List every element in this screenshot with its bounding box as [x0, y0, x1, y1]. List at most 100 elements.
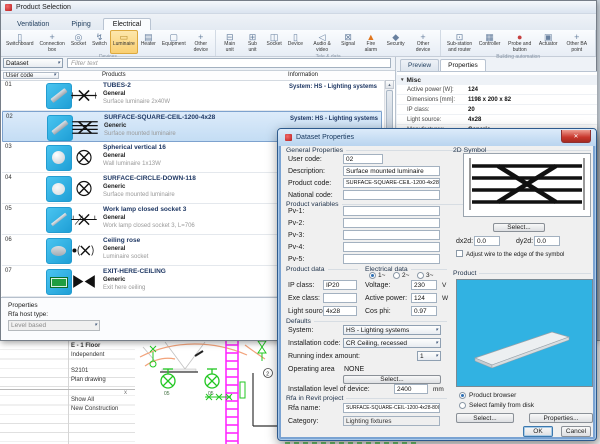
cos-phi-field[interactable]: 0.97 — [411, 306, 437, 316]
user-code-cell: 06 — [5, 237, 12, 243]
user-code-cell: 05 — [5, 206, 12, 212]
information-header[interactable]: Information — [288, 72, 318, 78]
cancel-button[interactable]: Cancel — [561, 426, 591, 437]
products-header[interactable]: Products — [102, 72, 126, 78]
tab-ventilation[interactable]: Ventilation — [7, 18, 59, 30]
filter-input[interactable] — [67, 58, 391, 68]
palette-row[interactable]: E - 1 Floor — [71, 343, 100, 350]
symbol-select-button[interactable]: Select... — [493, 223, 545, 232]
switchboard-button[interactable]: ▯Switchboard — [3, 30, 37, 54]
product-code-field[interactable]: SURFACE-SQUARE-CEIL-1200-4x28 — [343, 178, 440, 188]
property-row[interactable]: Dimensions [mm]:1198 x 200 x 82 — [397, 95, 597, 105]
rfa-name-field[interactable]: SURFACE-SQUARE-CEIL-1200-4x28-8001 — [343, 403, 440, 413]
user-code-header[interactable]: User code ▾ — [3, 72, 59, 79]
exe-class-field[interactable] — [323, 293, 357, 303]
other-device-button[interactable]: +Other device — [408, 30, 439, 54]
palette-column-divider — [68, 341, 69, 444]
sub-unit-button[interactable]: ⊞Sub unit — [242, 30, 264, 54]
connection-box-button[interactable]: +Connection box — [37, 30, 68, 54]
scroll-up-icon[interactable]: ▲ — [385, 80, 394, 89]
phase-radio-1[interactable] — [369, 272, 376, 279]
installation-level-unit: mm — [433, 386, 444, 393]
product-browser-radio[interactable] — [459, 392, 466, 399]
user-code-field[interactable]: 02 — [343, 154, 383, 164]
socket-button[interactable]: ◫Socket — [263, 30, 284, 54]
product-name: Ceiling rose — [103, 237, 140, 244]
dataset-select-value: Dataset — [6, 60, 28, 67]
phase-radio-3[interactable] — [417, 272, 424, 279]
equipment-button[interactable]: ▢Equipment — [159, 30, 189, 54]
footer-title: Properties — [8, 302, 38, 310]
ip-class-field[interactable]: IP20 — [323, 280, 357, 290]
installation-code-label: Installation code: — [288, 340, 341, 348]
dy2d-field[interactable]: 0.0 — [534, 236, 560, 246]
ribbon-button-label: Security — [387, 42, 405, 48]
active-power-field[interactable]: 124 — [411, 293, 437, 303]
ok-button[interactable]: OK — [523, 426, 553, 437]
installation-code-select[interactable]: CR Ceiling, recessed▾ — [343, 338, 441, 348]
fire-alarm-button[interactable]: ▲Fire alarm — [358, 30, 384, 54]
voltage-field[interactable]: 230 — [411, 280, 437, 290]
security-button[interactable]: ◆Security — [384, 30, 408, 54]
rfa-host-type-select[interactable]: Level based ▾ — [8, 320, 100, 331]
switch-button[interactable]: ↯Switch — [89, 30, 110, 54]
tab-properties[interactable]: Properties — [440, 59, 486, 71]
palette-row[interactable]: New Construction — [71, 406, 118, 413]
running-index-select[interactable]: 1▾ — [417, 351, 441, 361]
tab-piping[interactable]: Piping — [61, 18, 100, 30]
installation-level-field[interactable]: 2400 — [394, 384, 428, 394]
sub-station-and-router-button[interactable]: ⊡Sub-station and router — [443, 30, 475, 54]
table-row[interactable]: 01TUBES-2GeneralSurface luminaire 2x40WS… — [2, 80, 382, 111]
app-icon — [5, 4, 12, 11]
palette-row[interactable]: S2101 — [71, 368, 88, 375]
palette-row[interactable]: Plan drawing — [71, 377, 106, 384]
tab-electrical[interactable]: Electrical — [103, 18, 151, 30]
property-row[interactable]: IP class:20 — [397, 105, 597, 115]
controller-button[interactable]: ▦Controller — [476, 30, 504, 54]
pv-field[interactable] — [343, 218, 440, 228]
palette-row[interactable]: Independent — [71, 352, 104, 359]
close-icon[interactable]: x — [124, 390, 127, 396]
property-group-header[interactable]: ▾ Misc — [397, 75, 597, 85]
operating-area-select-button[interactable]: Select... — [343, 375, 441, 384]
heater-button[interactable]: ▤Heater — [138, 30, 159, 54]
audio-video-button[interactable]: ◁Audio & video — [306, 30, 338, 54]
system-select[interactable]: HS - Lighting systems▾ — [343, 325, 441, 335]
pv-field[interactable] — [343, 254, 440, 264]
adjust-wire-label: Adjust wire to the edge of the symbol — [466, 251, 564, 259]
dialog-titlebar[interactable]: Dataset Properties — [278, 129, 596, 146]
property-row[interactable]: Light source:4x28 — [397, 115, 597, 125]
probe-and-button-button[interactable]: ●Probe and button — [503, 30, 535, 54]
luminaire-button[interactable]: ▭Luminaire — [110, 30, 138, 54]
other-ba-point-button[interactable]: +Other BA point — [561, 30, 593, 54]
product-select-button[interactable]: Select... — [456, 413, 514, 423]
socket-button[interactable]: ◎Socket — [68, 30, 89, 54]
category-value: Lighting fixtures — [343, 416, 440, 426]
actuator-button[interactable]: ▣Actuator — [536, 30, 561, 54]
pv-field[interactable] — [343, 230, 440, 240]
tab-preview[interactable]: Preview — [400, 59, 439, 71]
device-button[interactable]: ▯Device — [285, 30, 306, 54]
other-device-button[interactable]: +Other device — [189, 30, 213, 54]
description-field[interactable]: Surface mounted luminaire — [343, 166, 440, 176]
window-titlebar[interactable]: Product Selection — [1, 1, 596, 14]
property-row[interactable]: Active power [W]:124 — [397, 85, 597, 95]
phase-radio-2[interactable] — [393, 272, 400, 279]
dataset-select[interactable]: Dataset ▾ — [3, 58, 63, 68]
light-source-field[interactable]: 4x28 — [323, 306, 357, 316]
product-properties-button[interactable]: Properties... — [529, 413, 593, 423]
close-button[interactable]: ✕ — [561, 130, 591, 143]
select-family-radio[interactable] — [459, 402, 466, 409]
product-thumbnail — [46, 176, 72, 202]
pv-field[interactable] — [343, 242, 440, 252]
product-3d-preview[interactable] — [456, 279, 593, 387]
ribbon-button-label: Connection box — [40, 42, 65, 53]
palette-row[interactable]: Show All — [71, 397, 94, 404]
adjust-wire-checkbox[interactable] — [456, 250, 463, 257]
signal-button[interactable]: ⊠Signal — [338, 30, 358, 54]
main-unit-button[interactable]: ⊟Main unit — [218, 30, 242, 54]
dx2d-field[interactable]: 0.0 — [474, 236, 500, 246]
national-code-field[interactable] — [343, 190, 440, 200]
pv-field[interactable] — [343, 206, 440, 216]
user-code-label: User code: — [288, 156, 322, 164]
